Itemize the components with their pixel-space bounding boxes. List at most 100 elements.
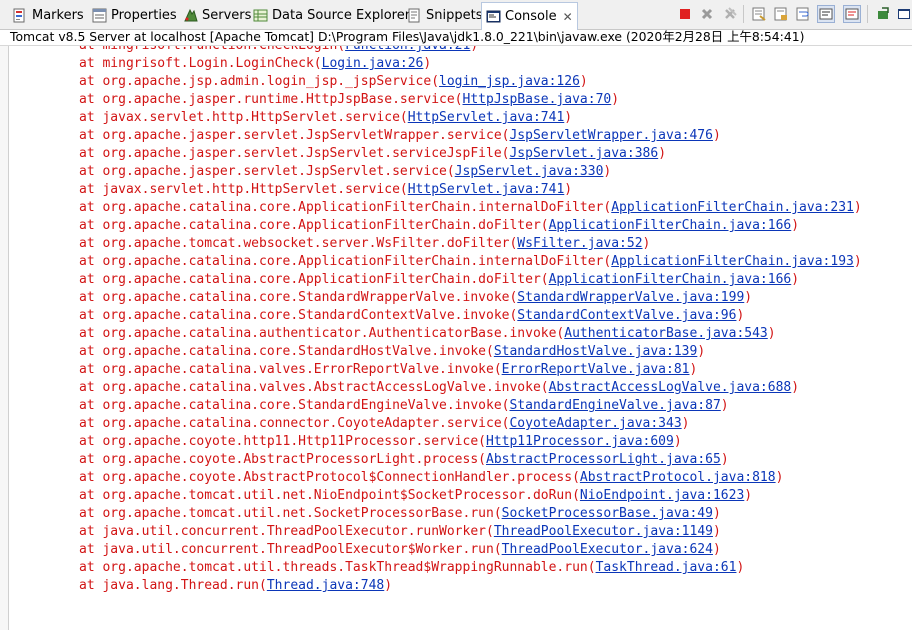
show-on-stdout-icon[interactable] xyxy=(817,5,835,23)
stack-frame-tail: ) xyxy=(611,92,620,107)
source-link[interactable]: StandardContextValve.java:96 xyxy=(517,308,736,323)
remove-all-terminated-icon[interactable] xyxy=(722,6,738,22)
stack-trace-line: at org.apache.catalina.authenticator.Aut… xyxy=(79,325,776,343)
source-link[interactable]: StandardWrapperValve.java:199 xyxy=(517,290,744,305)
source-link[interactable]: login_jsp.java:126 xyxy=(439,74,580,89)
source-link[interactable]: TaskThread.java:61 xyxy=(596,560,737,575)
stack-trace-line: at org.apache.catalina.core.ApplicationF… xyxy=(79,217,799,235)
stack-frame-tail: ) xyxy=(642,236,651,251)
terminate-icon[interactable] xyxy=(677,6,693,22)
source-link[interactable]: ApplicationFilterChain.java:166 xyxy=(549,218,792,233)
toolbar-separator xyxy=(743,5,744,23)
source-link[interactable]: ApplicationFilterChain.java:193 xyxy=(611,254,854,269)
source-link[interactable]: ApplicationFilterChain.java:231 xyxy=(611,200,854,215)
source-link[interactable]: ApplicationFilterChain.java:166 xyxy=(549,272,792,287)
source-link[interactable]: AbstractProcessorLight.java:65 xyxy=(486,452,721,467)
source-link[interactable]: Login.java:26 xyxy=(322,56,424,71)
stack-frame-text: at mingrisoft.Login.LoginCheck( xyxy=(79,56,322,71)
tab-properties[interactable]: Properties xyxy=(92,3,177,27)
remove-launch-icon[interactable] xyxy=(699,6,715,22)
stack-trace-line: at org.apache.coyote.AbstractProcessorLi… xyxy=(79,451,729,469)
source-link[interactable]: HttpServlet.java:741 xyxy=(408,110,565,125)
tab-label: Properties xyxy=(111,7,177,23)
stack-frame-text: at org.apache.tomcat.util.threads.TaskTh… xyxy=(79,560,596,575)
stack-frame-text: at org.apache.catalina.core.StandardHost… xyxy=(79,344,494,359)
source-link[interactable]: ThreadPoolExecutor.java:1149 xyxy=(494,524,713,539)
show-on-stderr-icon[interactable] xyxy=(843,5,861,23)
console-output[interactable]: at mingrisoft.Function.CheckLogin(Functi… xyxy=(0,46,912,630)
stack-frame-tail: ) xyxy=(736,560,745,575)
source-link[interactable]: AuthenticatorBase.java:543 xyxy=(564,326,768,341)
tab-snippets[interactable]: Snippets xyxy=(407,3,482,27)
tab-console[interactable]: Console ✕ xyxy=(481,2,578,30)
source-link[interactable]: Http11Processor.java:609 xyxy=(486,434,674,449)
source-link[interactable]: WsFilter.java:52 xyxy=(517,236,642,251)
stack-trace-line: at org.apache.tomcat.websocket.server.Ws… xyxy=(79,235,650,253)
stack-frame-tail: ) xyxy=(603,164,612,179)
stack-frame-text: at org.apache.jasper.servlet.JspServletW… xyxy=(79,128,510,143)
markers-icon xyxy=(13,8,28,23)
stack-trace-line: at org.apache.jasper.servlet.JspServletW… xyxy=(79,127,721,145)
stack-frame-tail: ) xyxy=(767,326,776,341)
stack-frame-tail: ) xyxy=(384,578,393,593)
stack-frame-text: at javax.servlet.http.HttpServlet.servic… xyxy=(79,182,408,197)
source-link[interactable]: StandardHostValve.java:139 xyxy=(494,344,698,359)
stack-frame-text: at mingrisoft.Function.CheckLogin( xyxy=(79,46,345,53)
source-link[interactable]: ThreadPoolExecutor.java:624 xyxy=(502,542,713,557)
stack-frame-text: at org.apache.coyote.http11.Http11Proces… xyxy=(79,434,486,449)
pin-console-icon[interactable] xyxy=(875,6,891,22)
stack-trace-line: at mingrisoft.Function.CheckLogin(Functi… xyxy=(79,46,478,55)
stack-frame-text: at org.apache.catalina.core.StandardWrap… xyxy=(79,290,518,305)
stack-frame-tail: ) xyxy=(564,182,573,197)
tab-markers[interactable]: Markers xyxy=(13,3,84,27)
stack-frame-tail: ) xyxy=(712,128,721,143)
source-link[interactable]: Function.java:21 xyxy=(345,46,470,53)
source-link[interactable]: JspServletWrapper.java:476 xyxy=(509,128,713,143)
scroll-lock-icon[interactable] xyxy=(773,6,789,22)
stack-frame-text: at org.apache.jasper.servlet.JspServlet.… xyxy=(79,146,510,161)
source-link[interactable]: Thread.java:748 xyxy=(267,578,384,593)
source-link[interactable]: SocketProcessorBase.java:49 xyxy=(502,506,713,521)
stack-trace-line: at org.apache.tomcat.util.net.NioEndpoin… xyxy=(79,487,752,505)
stack-frame-tail: ) xyxy=(736,308,745,323)
source-link[interactable]: NioEndpoint.java:1623 xyxy=(580,488,744,503)
source-link[interactable]: HttpServlet.java:741 xyxy=(408,182,565,197)
source-link[interactable]: AbstractProtocol.java:818 xyxy=(580,470,776,485)
stack-frame-text: at org.apache.jasper.runtime.HttpJspBase… xyxy=(79,92,463,107)
stack-frame-tail: ) xyxy=(720,398,729,413)
console-process-label: Tomcat v8.5 Server at localhost [Apache … xyxy=(0,29,912,46)
view-tab-bar: Markers Properties Servers Data Source E… xyxy=(0,0,912,30)
source-link[interactable]: HttpJspBase.java:70 xyxy=(463,92,612,107)
stack-frame-tail: ) xyxy=(712,524,721,539)
stack-trace-line: at org.apache.catalina.core.StandardWrap… xyxy=(79,289,752,307)
stack-trace-line: at org.apache.catalina.connector.CoyoteA… xyxy=(79,415,689,433)
word-wrap-icon[interactable] xyxy=(795,6,811,22)
tab-data-source-explorer[interactable]: Data Source Explorer xyxy=(253,3,410,27)
stack-frame-tail: ) xyxy=(744,488,753,503)
open-console-icon[interactable] xyxy=(896,6,912,22)
console-gutter xyxy=(0,46,9,630)
stack-frame-text: at java.lang.Thread.run( xyxy=(79,578,267,593)
data-source-explorer-icon xyxy=(253,8,268,23)
stack-frame-text: at java.util.concurrent.ThreadPoolExecut… xyxy=(79,542,502,557)
tab-servers[interactable]: Servers xyxy=(183,3,251,27)
source-link[interactable]: ErrorReportValve.java:81 xyxy=(502,362,690,377)
stack-trace-line: at org.apache.tomcat.util.threads.TaskTh… xyxy=(79,559,744,577)
tab-label: Data Source Explorer xyxy=(272,7,411,23)
stack-frame-text: at org.apache.coyote.AbstractProcessorLi… xyxy=(79,452,486,467)
close-icon[interactable]: ✕ xyxy=(563,10,573,24)
stack-frame-tail: ) xyxy=(791,380,800,395)
source-link[interactable]: StandardEngineValve.java:87 xyxy=(509,398,720,413)
stack-frame-text: at org.apache.tomcat.websocket.server.Ws… xyxy=(79,236,518,251)
source-link[interactable]: CoyoteAdapter.java:343 xyxy=(509,416,681,431)
stack-frame-tail: ) xyxy=(658,146,667,161)
source-link[interactable]: JspServlet.java:386 xyxy=(509,146,658,161)
stack-frame-tail: ) xyxy=(853,254,862,269)
source-link[interactable]: JspServlet.java:330 xyxy=(455,164,604,179)
stack-frame-text: at org.apache.catalina.core.ApplicationF… xyxy=(79,254,612,269)
stack-frame-tail: ) xyxy=(712,542,721,557)
source-link[interactable]: AbstractAccessLogValve.java:688 xyxy=(549,380,792,395)
stack-frame-tail: ) xyxy=(673,434,682,449)
stack-trace-line: at org.apache.catalina.core.ApplicationF… xyxy=(79,271,799,289)
clear-console-icon[interactable] xyxy=(751,6,767,22)
